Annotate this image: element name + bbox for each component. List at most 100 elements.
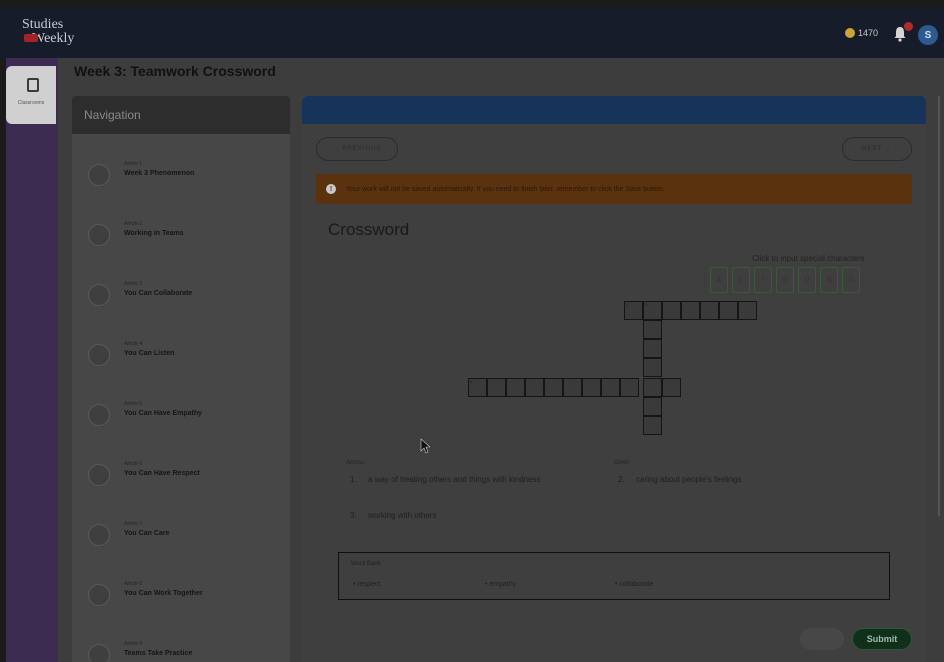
nav-item-sub: Article 3 <box>124 281 143 287</box>
crossword-cell[interactable] <box>620 378 639 397</box>
nav-item-sub: Article 1 <box>124 161 143 167</box>
user-avatar[interactable]: S <box>918 25 938 45</box>
progress-circle-icon <box>88 464 110 486</box>
nav-item-article-5[interactable]: Article 5 You Can Have Empathy <box>88 396 288 436</box>
previous-button[interactable]: ← PREVIOUS <box>316 137 398 161</box>
nav-item-title: You Can Listen <box>124 350 175 357</box>
crossword-cell[interactable]: 2 <box>643 301 662 320</box>
progress-circle-icon <box>88 164 110 186</box>
crossword-cell[interactable] <box>719 301 738 320</box>
crossword-cell[interactable] <box>601 378 620 397</box>
studies-weekly-logo[interactable]: Studies Weekly <box>22 18 92 52</box>
nav-item-article-3[interactable]: Article 3 You Can Collaborate <box>88 276 288 316</box>
word-bank-word: respect <box>357 581 381 588</box>
crossword-cell[interactable] <box>506 378 525 397</box>
cell-number: 2 <box>645 302 648 307</box>
cell-number: 1 <box>626 302 629 307</box>
special-char-key[interactable]: Ü <box>842 267 860 293</box>
content-header-bar <box>302 96 926 124</box>
crossword-cell[interactable] <box>681 301 700 320</box>
across-clue-1: a way of treating others and things with… <box>368 475 541 484</box>
nav-item-title: You Can Collaborate <box>124 290 193 297</box>
special-char-key[interactable]: Í <box>754 267 772 293</box>
nav-item-article-9[interactable]: Article 9 Teams Take Practice <box>88 636 288 662</box>
app-frame: Studies Weekly 1470 S Classrooms Week 3:… <box>0 0 944 662</box>
progress-circle-icon <box>88 284 110 306</box>
nav-item-article-2[interactable]: Article 2 Working in Teams <box>88 216 288 256</box>
save-warning-banner: ! Your work will not be saved automatica… <box>316 174 912 204</box>
coin-icon <box>844 28 855 38</box>
progress-circle-icon <box>88 644 110 662</box>
nav-item-title: You Can Work Together <box>124 590 203 597</box>
nav-item-title: Teams Take Practice <box>124 650 193 657</box>
clue-number: 1. <box>350 475 357 484</box>
across-clue-3: working with others <box>368 511 437 520</box>
down-clue-2: caring about people's feelings <box>636 475 742 484</box>
logo-red-mark <box>24 34 38 42</box>
progress-circle-icon <box>88 404 110 426</box>
nav-item-article-1[interactable]: Article 1 Week 3 Phenomenon <box>88 156 288 196</box>
progress-circle-icon <box>88 524 110 546</box>
word-bank-item: • collaborate <box>615 581 654 588</box>
next-button[interactable]: NEXT → <box>842 137 912 161</box>
crossword-cell[interactable] <box>700 301 719 320</box>
navigation-header: Navigation <box>72 96 290 134</box>
banner-text: Your work will not be saved automaticall… <box>346 185 665 193</box>
crossword-cell[interactable]: 1 <box>624 301 643 320</box>
down-heading: Down <box>614 460 630 466</box>
crossword-cell[interactable] <box>643 397 662 416</box>
save-button[interactable] <box>800 628 844 650</box>
crossword-cell[interactable] <box>662 378 681 397</box>
crossword-cell[interactable] <box>643 378 662 397</box>
coin-count: 1470 <box>857 28 878 38</box>
word-bank: Word Bank • respect • empathy • collabor… <box>338 552 890 600</box>
progress-circle-icon <box>88 584 110 606</box>
crossword-cell[interactable]: 3 <box>468 378 487 397</box>
cell-number: 3 <box>470 379 473 384</box>
alert-icon: ! <box>326 184 336 194</box>
classrooms-tab[interactable]: Classrooms <box>6 66 56 124</box>
special-char-key[interactable]: Ú <box>798 267 816 293</box>
word-bank-word: collaborate <box>619 581 654 588</box>
crossword-cell[interactable] <box>643 339 662 358</box>
special-char-key[interactable]: Á <box>710 267 728 293</box>
nav-item-article-7[interactable]: Article 7 You Can Care <box>88 516 288 556</box>
crossword-cell[interactable] <box>662 301 681 320</box>
crossword-title: Crossword <box>328 220 410 239</box>
nav-item-article-8[interactable]: Article 8 You Can Work Together <box>88 576 288 616</box>
nav-item-title: You Can Have Respect <box>124 470 200 477</box>
special-char-key[interactable]: Ó <box>776 267 794 293</box>
nav-item-sub: Article 8 <box>124 581 143 587</box>
crossword-cell[interactable] <box>563 378 582 397</box>
nav-item-article-6[interactable]: Article 6 You Can Have Respect <box>88 456 288 496</box>
word-bank-word: empathy <box>489 581 517 588</box>
crossword-cell[interactable] <box>582 378 601 397</box>
top-bar: Studies Weekly 1470 S <box>0 8 944 58</box>
special-char-key[interactable]: Ñ <box>820 267 838 293</box>
progress-circle-icon <box>88 344 110 366</box>
crossword-cell[interactable] <box>643 320 662 339</box>
navigation-list: Article 1 Week 3 Phenomenon Article 2 Wo… <box>72 134 290 662</box>
page-title: Week 3: Teamwork Crossword <box>74 63 276 79</box>
special-characters-label: Click to input special characters <box>752 254 865 263</box>
side-rail <box>6 58 58 662</box>
logo-line1: Studies <box>22 17 64 32</box>
clue-number: 3. <box>350 511 357 520</box>
special-char-key[interactable]: É <box>732 267 750 293</box>
crossword-cell[interactable] <box>738 301 757 320</box>
crossword-cell[interactable] <box>487 378 506 397</box>
crossword-cell[interactable] <box>643 358 662 377</box>
nav-item-sub: Article 7 <box>124 521 143 527</box>
submit-button[interactable]: Submit <box>852 628 912 650</box>
nav-item-sub: Article 9 <box>124 641 143 647</box>
across-heading: Across <box>346 460 365 466</box>
coin-balance[interactable]: 1470 <box>844 28 878 38</box>
crossword-cell[interactable] <box>643 416 662 435</box>
notification-badge <box>904 22 913 31</box>
nav-item-sub: Article 6 <box>124 461 143 467</box>
nav-item-title: You Can Care <box>124 530 170 537</box>
nav-item-article-4[interactable]: Article 4 You Can Listen <box>88 336 288 376</box>
crossword-cell[interactable] <box>525 378 544 397</box>
scrollbar[interactable] <box>938 96 940 516</box>
crossword-cell[interactable] <box>544 378 563 397</box>
